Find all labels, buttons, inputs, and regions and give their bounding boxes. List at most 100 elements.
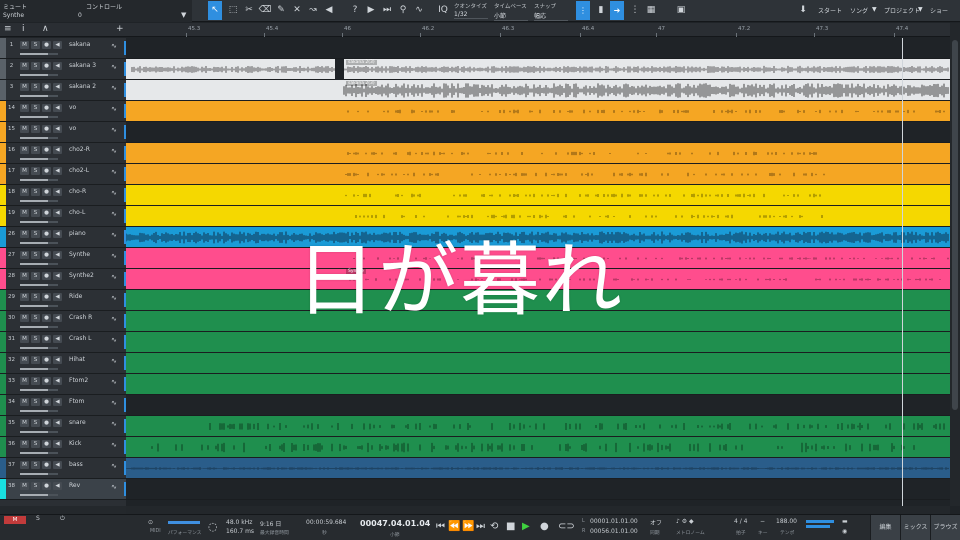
tempo[interactable]: 188.00 xyxy=(776,518,797,525)
monitor-icon[interactable]: ◀ xyxy=(53,482,62,490)
record-arm-icon[interactable]: ● xyxy=(42,167,51,175)
record-arm-icon[interactable]: ● xyxy=(42,230,51,238)
record-arm-icon[interactable]: ● xyxy=(42,62,51,70)
track-lane[interactable] xyxy=(126,437,950,458)
mute-button[interactable]: M xyxy=(20,125,29,133)
mute-button[interactable]: M xyxy=(20,251,29,259)
record-arm-icon[interactable]: ● xyxy=(42,314,51,322)
timebase-select[interactable]: 小節 xyxy=(494,11,528,21)
track-lane[interactable]: sakana 2(3) xyxy=(126,59,950,80)
snap-select[interactable]: 幅応 xyxy=(534,11,568,21)
record-arm-icon[interactable]: ● xyxy=(42,146,51,154)
play-icon[interactable]: ▶ xyxy=(522,521,530,532)
record-arm-icon[interactable]: ● xyxy=(42,251,51,259)
solo-button[interactable]: S xyxy=(31,41,40,49)
record-arm-icon[interactable]: ● xyxy=(42,293,51,301)
track-name[interactable]: Ftom xyxy=(69,398,84,405)
wave-icon[interactable]: ∿ xyxy=(412,1,426,20)
track-name[interactable]: Ride xyxy=(69,293,82,300)
edit-tab[interactable]: 編集 xyxy=(870,515,900,540)
control-value[interactable]: 0 xyxy=(78,12,82,19)
track-header[interactable]: 15 M S ● ◀ vo ∿ xyxy=(0,122,126,143)
record-arm-icon[interactable]: ● xyxy=(42,419,51,427)
mute-button[interactable]: M xyxy=(20,230,29,238)
track-header[interactable]: 28 M S ● ◀ Synthe2 ∿ xyxy=(0,269,126,290)
solo-button[interactable]: S xyxy=(31,125,40,133)
listen-tool-icon[interactable]: ◀ xyxy=(322,1,336,20)
grid-icon[interactable]: ⋮ xyxy=(628,1,642,20)
record-arm-icon[interactable]: ● xyxy=(42,272,51,280)
mute-button[interactable]: M xyxy=(20,83,29,91)
monitor-icon[interactable]: ◀ xyxy=(53,314,62,322)
track-header[interactable]: 29 M S ● ◀ Ride ∿ xyxy=(0,290,126,311)
track-name[interactable]: vo xyxy=(69,104,76,111)
solo-button[interactable]: S xyxy=(31,188,40,196)
track-name[interactable]: Ftom2 xyxy=(69,377,88,384)
track-volume-fader[interactable] xyxy=(20,473,58,475)
mix-tab[interactable]: ミックス xyxy=(900,515,930,540)
solo-button[interactable]: S xyxy=(31,230,40,238)
zoom-icon[interactable]: ⚲ xyxy=(396,1,410,20)
track-volume-fader[interactable] xyxy=(20,410,58,412)
track-volume-fader[interactable] xyxy=(20,452,58,454)
bend-tool-icon[interactable]: ↝ xyxy=(306,1,320,20)
chevron-down-icon[interactable]: ▼ xyxy=(181,11,186,19)
waveform-mode-icon[interactable]: ∿ xyxy=(111,231,117,239)
loop-end[interactable]: 00056.01.01.00 xyxy=(590,528,638,535)
track-name[interactable]: sakana 3 xyxy=(69,62,96,69)
menu-icon[interactable]: ≡ xyxy=(4,24,12,34)
monitor-icon[interactable]: ◀ xyxy=(53,83,62,91)
mute-button[interactable]: M xyxy=(20,356,29,364)
monitor-icon[interactable]: ◀ xyxy=(53,146,62,154)
track-volume-fader[interactable] xyxy=(20,494,58,496)
mute-button[interactable]: M xyxy=(20,419,29,427)
solo-button[interactable]: S xyxy=(31,377,40,385)
track-name[interactable]: Hihat xyxy=(69,356,85,363)
help-icon[interactable]: ? xyxy=(348,1,362,20)
vertical-scroll-thumb[interactable] xyxy=(952,40,958,410)
track-volume-fader[interactable] xyxy=(20,53,58,55)
quantize-icon[interactable]: IQ xyxy=(436,1,450,20)
show-button[interactable]: ショー xyxy=(930,6,948,15)
follow-icon[interactable]: ➜ xyxy=(610,1,624,20)
mute-button[interactable]: M xyxy=(20,293,29,301)
mute-button[interactable]: M xyxy=(20,104,29,112)
record-arm-icon[interactable]: ● xyxy=(42,209,51,217)
mute-button[interactable]: M xyxy=(20,440,29,448)
rewind-icon[interactable]: ⏪ xyxy=(448,521,460,532)
track-volume-fader[interactable] xyxy=(20,263,58,265)
solo-button[interactable]: S xyxy=(31,440,40,448)
track-volume-fader[interactable] xyxy=(20,431,58,433)
waveform-mode-icon[interactable]: ∿ xyxy=(111,189,117,197)
track-volume-fader[interactable] xyxy=(20,221,58,223)
monitor-icon[interactable]: ◀ xyxy=(53,419,62,427)
mute-button[interactable]: M xyxy=(20,209,29,217)
record-arm-icon[interactable]: ● xyxy=(42,125,51,133)
return-to-zero-icon[interactable]: ⏮ xyxy=(436,521,445,532)
song-menu-chevron-icon[interactable]: ▼ xyxy=(872,6,877,13)
solo-button[interactable]: S xyxy=(31,104,40,112)
solo-button[interactable]: S xyxy=(31,293,40,301)
solo-button[interactable]: S xyxy=(31,482,40,490)
monitor-icon[interactable]: ◀ xyxy=(53,356,62,364)
track-lane[interactable] xyxy=(126,332,950,353)
mute-tool-icon[interactable]: ✕ xyxy=(290,1,304,20)
automation-icon[interactable]: ∧ xyxy=(42,24,49,34)
track-name[interactable]: Crash R xyxy=(69,314,92,321)
track-header[interactable]: 2 M S ● ◀ sakana 3 ∿ xyxy=(0,59,126,80)
arrow-tool-icon[interactable]: ↖ xyxy=(208,1,222,20)
track-name[interactable]: cho-R xyxy=(69,188,86,195)
waveform-mode-icon[interactable]: ∿ xyxy=(111,420,117,428)
track-volume-fader[interactable] xyxy=(20,179,58,181)
track-name[interactable]: snare xyxy=(69,419,86,426)
power-icon[interactable]: ⏻ xyxy=(60,515,65,523)
mute-button[interactable]: M xyxy=(20,398,29,406)
track-header[interactable]: 1 M S ● ◀ sakana ∿ xyxy=(0,38,126,59)
monitor-icon[interactable]: ◀ xyxy=(53,41,62,49)
track-name[interactable]: bass xyxy=(69,461,83,468)
metronome-icon[interactable]: ♪ ⚙ ◆ xyxy=(676,518,694,525)
monitor-icon[interactable]: ◀ xyxy=(53,104,62,112)
solo-button[interactable]: S xyxy=(31,356,40,364)
mute-button[interactable]: M xyxy=(20,482,29,490)
mute-button[interactable]: M xyxy=(20,62,29,70)
